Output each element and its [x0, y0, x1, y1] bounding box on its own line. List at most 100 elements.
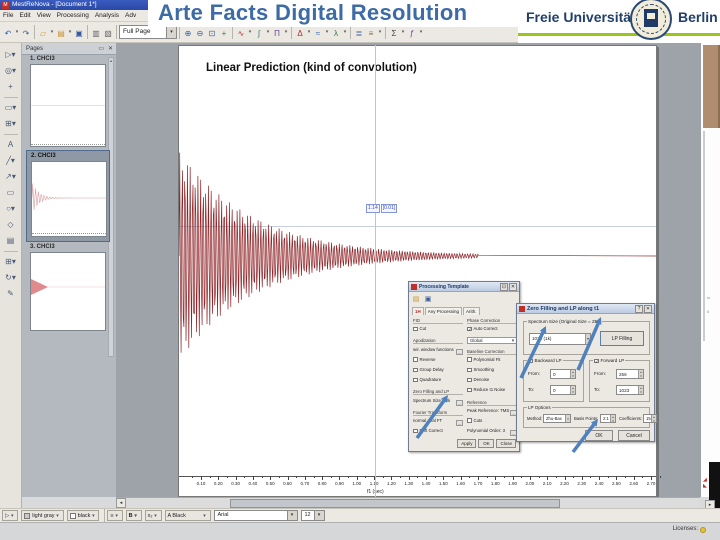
- chevron-down-icon[interactable]: ▾: [67, 29, 73, 35]
- save-icon[interactable]: ▣: [74, 26, 85, 39]
- pointer-icon[interactable]: ▷▾: [4, 48, 18, 62]
- menu-analysis[interactable]: Analysis: [92, 12, 122, 19]
- fill-color-button[interactable]: light gray ▾: [21, 510, 64, 521]
- chevron-down-icon[interactable]: ▾: [418, 29, 424, 35]
- chevron-down-icon[interactable]: ▾: [247, 29, 253, 35]
- menu-adv[interactable]: Adv: [122, 12, 139, 19]
- checkbox[interactable]: [467, 387, 472, 393]
- backward-from-field[interactable]: 0 ▴ ▾: [550, 369, 576, 379]
- more-options-button[interactable]: …: [456, 419, 463, 426]
- select-tool-button[interactable]: ▷ ▾: [2, 510, 19, 521]
- scroll-left-arrow[interactable]: ◂: [116, 498, 126, 508]
- chevron-down-icon[interactable]: ▾: [283, 29, 289, 35]
- checkbox[interactable]: [467, 367, 472, 373]
- dialog-titlebar[interactable]: Zero Filling and LP along t1 ? ✕: [517, 304, 654, 314]
- line-color-button[interactable]: black ▾: [66, 510, 100, 521]
- zoom-tool-icon[interactable]: ◎▾: [4, 64, 18, 78]
- zoom-out-icon[interactable]: ⊖: [195, 26, 206, 39]
- redo-icon[interactable]: ↷: [21, 26, 32, 39]
- checkbox[interactable]: [413, 367, 418, 373]
- superimpose-icon[interactable]: ≡: [366, 26, 377, 39]
- chevron-down-icon[interactable]: ▾: [286, 511, 297, 520]
- forward-to-field[interactable]: 1023 ▴ ▾: [616, 385, 644, 395]
- close-button[interactable]: Close: [496, 439, 516, 448]
- menu-edit[interactable]: Edit: [16, 12, 33, 19]
- subscript-button[interactable]: x₂ ▾: [144, 510, 162, 521]
- parameters-icon[interactable]: Σ: [389, 26, 400, 39]
- lp-filling-button[interactable]: LP Filling: [600, 331, 644, 346]
- menu-view[interactable]: View: [34, 12, 54, 19]
- basis-points-field[interactable]: 2:1 ▴ ▾: [600, 414, 616, 423]
- open-icon[interactable]: ▤: [56, 26, 67, 39]
- forward-lp-checkbox[interactable]: [594, 358, 599, 364]
- stacked-view-icon[interactable]: ≣: [354, 26, 365, 39]
- close-icon[interactable]: ✕: [644, 304, 652, 313]
- copy-icon[interactable]: ▧: [103, 26, 114, 39]
- table-tool-icon[interactable]: ⊞▾: [4, 255, 18, 269]
- backward-to-field[interactable]: 0 ▴ ▾: [550, 385, 576, 395]
- zoom-in-icon[interactable]: ⊕: [183, 26, 194, 39]
- menu-file[interactable]: File: [0, 12, 16, 19]
- backward-lp-checkbox[interactable]: [528, 358, 533, 364]
- grid-icon[interactable]: ⊞▾: [4, 117, 18, 131]
- dialog-titlebar[interactable]: Processing Template ⊡ ✕: [409, 282, 519, 292]
- chevron-down-icon[interactable]: ▾: [585, 334, 590, 344]
- menu-processing[interactable]: Processing: [54, 12, 92, 19]
- method-combo[interactable]: Zhu-Bax ▾: [543, 414, 571, 423]
- ok-button[interactable]: OK: [585, 430, 613, 441]
- rectangle-tool-icon[interactable]: ▭: [4, 186, 18, 200]
- pan-tool-icon[interactable]: +: [4, 80, 18, 94]
- forward-from-field[interactable]: 256 ▴ ▾: [616, 369, 644, 379]
- arrow-tool-icon[interactable]: ↗▾: [4, 170, 18, 184]
- multiplet-icon[interactable]: Π: [272, 26, 283, 39]
- rotate-tool-icon[interactable]: ↻▾: [4, 271, 18, 285]
- open-icon[interactable]: ▤: [412, 294, 421, 304]
- chevron-down-icon[interactable]: ▾: [324, 29, 330, 35]
- align-button[interactable]: ≡ ▾: [107, 510, 123, 521]
- chevron-down-icon[interactable]: ▾: [377, 29, 383, 35]
- checkbox[interactable]: [413, 428, 418, 434]
- chevron-down-icon[interactable]: ▾: [265, 29, 271, 35]
- checkbox[interactable]: [467, 326, 472, 332]
- checkbox[interactable]: [467, 377, 472, 383]
- scroll-up-icon[interactable]: ▴: [109, 58, 113, 63]
- checkbox[interactable]: [413, 377, 418, 383]
- integration-icon[interactable]: ∫: [254, 26, 265, 39]
- ok-button[interactable]: OK: [478, 439, 495, 448]
- ellipse-tool-icon[interactable]: ○▾: [4, 202, 18, 216]
- page-layout-icon[interactable]: ▭▾: [4, 101, 18, 115]
- bold-button[interactable]: B ▾: [125, 510, 142, 521]
- checkbox[interactable]: [413, 357, 418, 362]
- new-document-icon[interactable]: ▱: [38, 26, 49, 39]
- baseline-correction-icon[interactable]: ≈: [313, 26, 324, 39]
- coefficients-field[interactable]: 15 ▴ ▾: [643, 414, 657, 423]
- font-size-combo[interactable]: 12 ▾: [300, 510, 325, 521]
- tab-arith-[interactable]: Arith.: [463, 307, 480, 315]
- cancel-button[interactable]: Cancel: [618, 430, 650, 441]
- template-combo[interactable]: Global ▾: [467, 337, 517, 345]
- page-thumbnail-3[interactable]: [30, 252, 106, 331]
- close-icon[interactable]: ✕: [108, 43, 113, 55]
- chevron-down-icon[interactable]: ▾: [166, 26, 176, 38]
- text-tool-icon[interactable]: A: [4, 138, 18, 152]
- checkbox[interactable]: [467, 418, 472, 423]
- scrollbar-thumb[interactable]: [230, 499, 560, 508]
- spectrum-size-combo[interactable]: 1024 (1k) ▾: [529, 333, 591, 345]
- chevron-down-icon[interactable]: ▾: [313, 511, 324, 520]
- page-view-combo[interactable]: Full Page ▾: [119, 25, 177, 39]
- undo-icon[interactable]: ↶: [3, 26, 14, 39]
- tab-any-processing[interactable]: Any Processing: [424, 307, 463, 315]
- more-options-button[interactable]: …: [456, 348, 463, 355]
- chevron-down-icon[interactable]: ▾: [400, 29, 406, 35]
- apodization-icon[interactable]: λ: [331, 26, 342, 39]
- chevron-down-icon[interactable]: ▾: [306, 29, 312, 35]
- tab-1h[interactable]: 1H: [412, 307, 424, 315]
- annotate-tool-icon[interactable]: ✎: [4, 287, 18, 301]
- peak-picking-icon[interactable]: ∿: [236, 26, 247, 39]
- horizontal-scrollbar[interactable]: ◂: [116, 497, 700, 508]
- chevron-down-icon[interactable]: ▾: [342, 29, 348, 35]
- chevron-down-icon[interactable]: ▾: [49, 29, 55, 35]
- print-icon[interactable]: ▥: [91, 26, 102, 39]
- apply-button[interactable]: Apply: [457, 439, 477, 448]
- pin-icon[interactable]: ▭: [98, 43, 104, 55]
